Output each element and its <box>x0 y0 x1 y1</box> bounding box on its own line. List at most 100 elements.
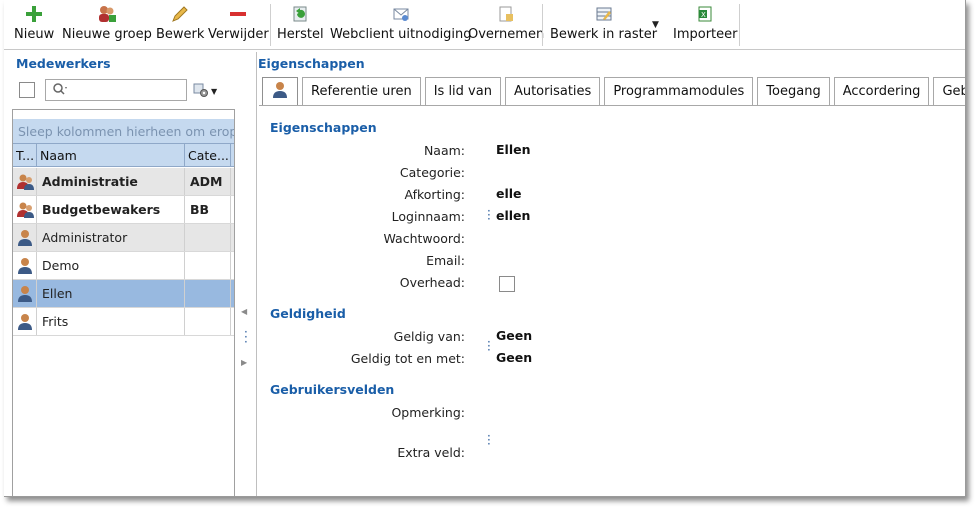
field-grip-icon: · · · <box>487 335 491 357</box>
remark-label: Opmerking: <box>391 405 465 420</box>
overhead-checkbox[interactable] <box>499 276 515 292</box>
edit-in-grid-button[interactable]: Bewerk in raster <box>550 4 657 46</box>
web-invite-button[interactable]: Webclient uitnodiging <box>330 4 472 46</box>
valid-from-value[interactable]: Geen <box>496 328 532 343</box>
email-label: Email: <box>426 253 465 268</box>
grid-edit-icon <box>594 4 614 24</box>
web-invite-button-label: Webclient uitnodiging <box>330 27 472 42</box>
table-row[interactable]: Frits <box>13 308 234 336</box>
group-by-hint: Sleep kolommen hierheen om erop te groep… <box>13 119 234 143</box>
excel-import-icon: X <box>695 4 715 24</box>
tab-access[interactable]: Toegang <box>757 77 830 105</box>
collapse-left-icon[interactable]: ◀ <box>241 307 247 316</box>
overhead-label: Overhead: <box>399 275 465 290</box>
delete-button[interactable]: Verwijder <box>208 4 269 46</box>
tab-program-modules[interactable]: Programmamodules <box>604 77 754 105</box>
pencil-icon <box>170 4 190 24</box>
row-category: BB <box>185 196 231 223</box>
valid-until-label: Geldig tot en met: <box>350 351 465 366</box>
chevron-down-icon[interactable]: ▼ <box>652 20 659 30</box>
tab-authorizations[interactable]: Autorisaties <box>504 77 601 105</box>
edit-in-grid-button-label: Bewerk in raster <box>550 27 658 42</box>
row-name: Administratie <box>37 168 185 195</box>
user-icon <box>272 81 288 103</box>
group-icon <box>13 196 37 223</box>
user-icon <box>13 224 37 251</box>
panel-splitter[interactable]: ◀ · · · ▶ <box>235 52 257 496</box>
extra-field-label: Extra veld: <box>397 445 465 460</box>
new-group-button[interactable]: Nieuwe groep <box>62 4 152 46</box>
category-label: Categorie: <box>399 165 465 180</box>
grid-settings-icon <box>193 82 209 101</box>
take-over-button[interactable]: Overnemen <box>468 4 544 46</box>
edit-button[interactable]: Bewerk <box>156 4 204 46</box>
row-name: Administrator <box>37 224 185 251</box>
section-properties: Eigenschappen <box>270 120 377 135</box>
grid-header: T... Naam Cate... <box>13 143 234 167</box>
valid-until-value[interactable]: Geen <box>496 350 532 365</box>
field-grip-icon: · · · <box>487 204 491 226</box>
select-all-checkbox[interactable] <box>19 82 35 98</box>
section-validity: Geldigheid <box>270 306 346 321</box>
import-button[interactable]: X Importeer <box>673 4 738 46</box>
employees-panel-title: Medewerkers <box>16 56 111 71</box>
search-icon <box>52 82 68 99</box>
column-header-type[interactable]: T... <box>13 144 37 166</box>
restore-button[interactable]: Herstel <box>277 4 324 46</box>
row-name: Frits <box>37 308 185 335</box>
password-label: Wachtwoord: <box>383 231 465 246</box>
user-icon <box>13 280 37 307</box>
delete-button-label: Verwijder <box>208 27 269 42</box>
row-category <box>185 252 231 279</box>
new-group-button-label: Nieuwe groep <box>62 27 152 42</box>
row-category <box>185 280 231 307</box>
column-header-name[interactable]: Naam <box>37 144 185 166</box>
copy-icon <box>496 4 516 24</box>
grid-options-button[interactable]: ▼ <box>193 82 217 101</box>
field-grip-icon: · · · <box>487 429 491 451</box>
abbreviation-label: Afkorting: <box>404 187 465 202</box>
toolbar-separator <box>542 4 543 46</box>
row-name: Demo <box>37 252 185 279</box>
chevron-down-icon: ▼ <box>211 87 218 96</box>
web-invite-icon <box>391 4 411 24</box>
restore-button-label: Herstel <box>277 27 324 42</box>
restore-icon <box>290 4 310 24</box>
take-over-button-label: Overnemen <box>468 27 545 42</box>
table-row[interactable]: Demo <box>13 252 234 280</box>
tab-reference-hours[interactable]: Referentie uren <box>302 77 421 105</box>
table-row[interactable]: Budgetbewakers BB <box>13 196 234 224</box>
expand-right-icon[interactable]: ▶ <box>241 358 247 367</box>
new-button[interactable]: Nieuw <box>14 4 54 46</box>
tab-approval[interactable]: Accordering <box>833 77 930 105</box>
user-icon <box>13 308 37 335</box>
tab-member-of[interactable]: Is lid van <box>424 77 501 105</box>
properties-tabs: Referentie uren Is lid van Autorisaties … <box>262 77 965 106</box>
name-label: Naam: <box>423 143 465 158</box>
abbreviation-value[interactable]: elle <box>496 186 522 201</box>
tabs-divider <box>259 105 965 106</box>
group-icon <box>13 168 37 195</box>
edit-button-label: Bewerk <box>156 27 205 42</box>
table-row[interactable]: Administrator <box>13 224 234 252</box>
splitter-grip-icon: · · · <box>244 325 248 349</box>
valid-from-label: Geldig van: <box>393 329 465 344</box>
name-value[interactable]: Ellen <box>496 142 531 157</box>
svg-text:X: X <box>701 11 706 19</box>
row-category <box>185 224 231 251</box>
column-header-category[interactable]: Cate... <box>185 144 231 166</box>
search-input[interactable] <box>45 79 187 101</box>
properties-panel-title: Eigenschappen <box>258 56 365 71</box>
new-group-icon <box>97 4 117 24</box>
plus-icon <box>24 4 44 24</box>
tab-usage[interactable]: Gebruik <box>933 77 965 105</box>
table-row[interactable]: Ellen <box>13 280 234 308</box>
new-button-label: Nieuw <box>14 27 55 42</box>
row-category: ADM <box>185 168 231 195</box>
user-icon <box>13 252 37 279</box>
table-row[interactable]: Administratie ADM <box>13 168 234 196</box>
tab-general[interactable] <box>262 77 298 106</box>
row-name: Budgetbewakers <box>37 196 185 223</box>
login-name-value[interactable]: ellen <box>496 208 530 223</box>
login-name-label: Loginnaam: <box>391 209 465 224</box>
